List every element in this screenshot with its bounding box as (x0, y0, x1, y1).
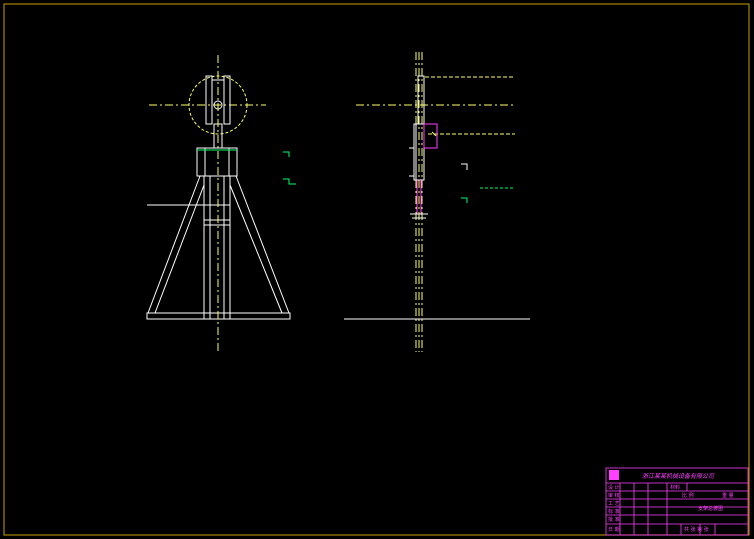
fork-plate-right (223, 75, 231, 125)
side-view (344, 52, 530, 352)
drawing-name: 支架总装图 (698, 505, 723, 512)
title-row-6: 日 期 (608, 527, 620, 533)
cad-drawing-canvas: 浙江某某机械设备有限公司 设 计 审 核 工 艺 标 准 批 准 日 期 材料 … (3, 3, 750, 536)
front-view (146, 55, 296, 352)
sheet-label: 共 张 第 张 (684, 526, 709, 533)
fork-plate-left (205, 75, 213, 125)
weight-label: 重 量 (722, 492, 734, 499)
leg-right-inner (229, 184, 283, 314)
title-row-2: 审 核 (608, 492, 620, 499)
leg-left-inner (154, 184, 205, 314)
title-row-4: 标 准 (608, 508, 620, 515)
title-company: 浙江某某机械设备有限公司 (642, 472, 715, 480)
drawing-border (3, 3, 750, 536)
material-label: 材料 (670, 484, 680, 491)
title-row-5: 批 准 (608, 516, 620, 523)
leg-left-outer (147, 175, 201, 314)
leg-right-outer (235, 175, 290, 314)
top-block (196, 147, 238, 177)
company-logo (609, 470, 619, 480)
title-row-1: 设 计 (608, 484, 620, 491)
title-row-3: 工 艺 (608, 501, 620, 507)
column (203, 175, 231, 320)
scale-label: 比 例 (682, 492, 694, 499)
